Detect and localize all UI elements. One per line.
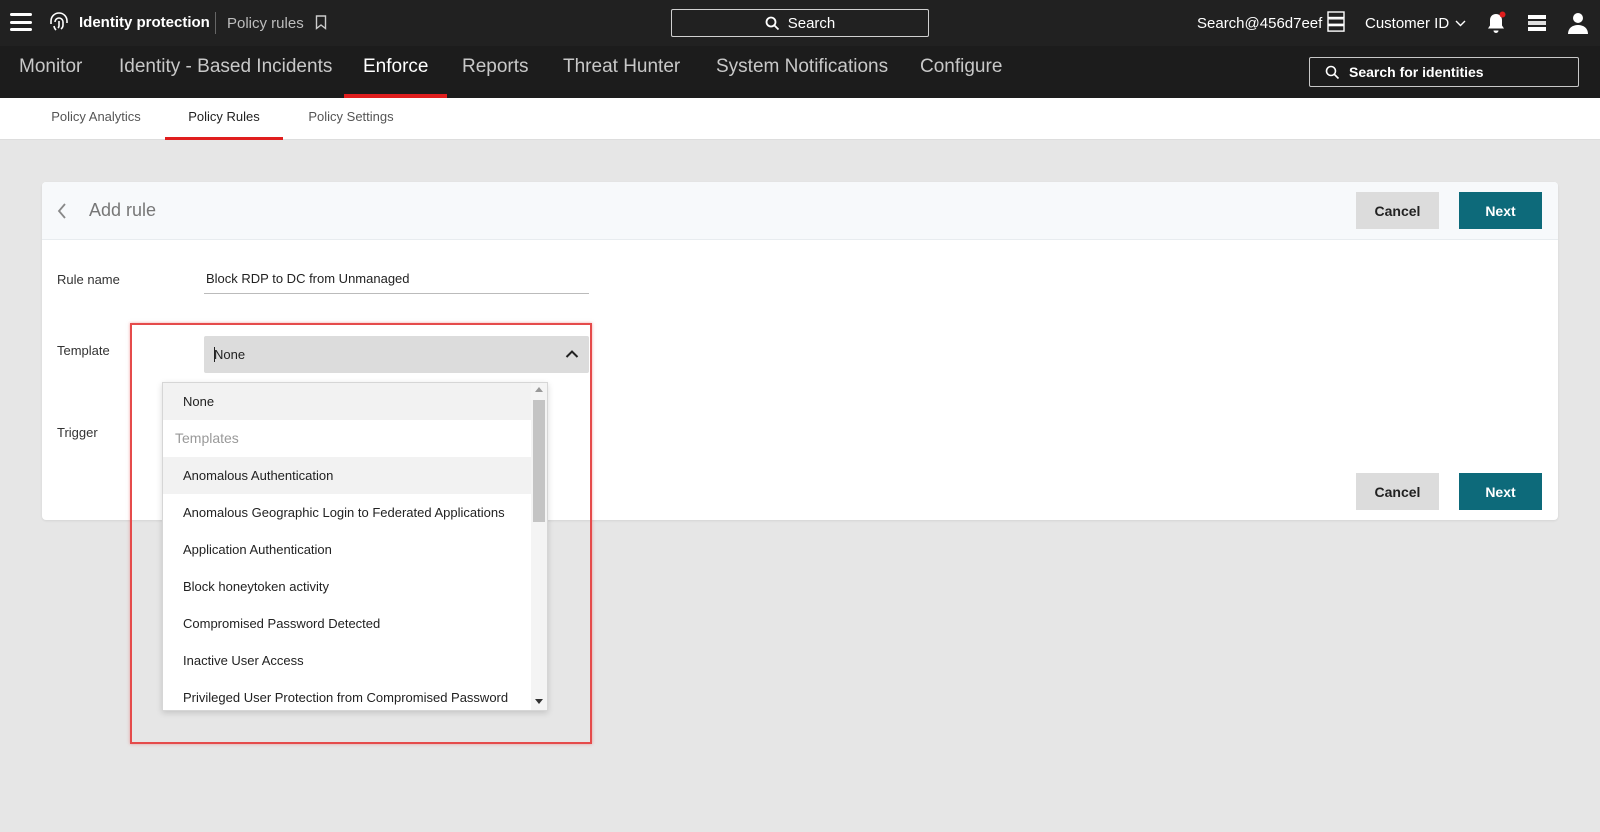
sub-nav: Policy Analytics Policy Rules Policy Set… — [0, 98, 1600, 140]
brand-divider — [215, 12, 216, 34]
card-header: Add rule Cancel Next — [42, 182, 1558, 240]
dropdown-scrollbar[interactable] — [531, 383, 547, 710]
nav-tab-reports[interactable]: Reports — [443, 46, 548, 98]
top-bar: Identity protection Policy rules Search … — [0, 0, 1600, 46]
brand-name[interactable]: Identity protection — [79, 14, 210, 31]
user-avatar-icon[interactable] — [1566, 11, 1590, 35]
template-label: Template — [57, 343, 110, 358]
dropdown-group-templates: Templates — [175, 430, 239, 446]
dropdown-option[interactable]: Inactive User Access — [163, 642, 532, 679]
account-label: Search@456d7eef — [1197, 15, 1323, 32]
template-select-value: None — [214, 347, 246, 362]
chevron-down-icon — [1455, 20, 1466, 27]
chevron-up-icon — [565, 350, 579, 358]
dropdown-option[interactable]: Anomalous Authentication — [163, 457, 532, 494]
layers-icon[interactable] — [1526, 13, 1548, 33]
subtab-policy-settings[interactable]: Policy Settings — [296, 98, 406, 140]
dropdown-option[interactable]: Privileged User Protection from Compromi… — [163, 679, 532, 710]
global-search-label: Search — [787, 14, 836, 32]
subtab-policy-rules[interactable]: Policy Rules — [165, 98, 283, 140]
global-search-button[interactable]: Search — [671, 9, 929, 37]
rule-name-input[interactable]: Block RDP to DC from Unmanaged — [204, 269, 589, 294]
dropdown-option[interactable]: Block honeytoken activity — [163, 568, 532, 605]
cancel-button-bottom[interactable]: Cancel — [1356, 473, 1439, 510]
next-button-bottom[interactable]: Next — [1459, 473, 1542, 510]
nav-tab-enforce[interactable]: Enforce — [344, 46, 448, 98]
dropdown-option[interactable]: Compromised Password Detected — [163, 605, 532, 642]
search-icon — [765, 16, 779, 30]
page-breadcrumb: Policy rules — [227, 15, 304, 32]
identity-search-placeholder: Search for identities — [1349, 64, 1484, 80]
rule-name-label: Rule name — [57, 272, 120, 287]
notification-bell-icon[interactable] — [1485, 11, 1507, 35]
bookmark-icon[interactable] — [315, 15, 327, 30]
cancel-button[interactable]: Cancel — [1356, 192, 1439, 229]
template-dropdown-list: None Templates Anomalous Authentication … — [162, 382, 548, 711]
dropdown-option-none[interactable]: None — [163, 383, 532, 420]
back-chevron-icon[interactable] — [56, 202, 68, 220]
trigger-label: Trigger — [57, 425, 98, 440]
text-caret — [214, 347, 215, 362]
dropdown-option[interactable]: Anomalous Geographic Login to Federated … — [163, 494, 532, 531]
subtab-policy-analytics[interactable]: Policy Analytics — [40, 98, 152, 140]
main-nav: Monitor Identity - Based Incidents Enfor… — [0, 46, 1600, 98]
template-select[interactable]: None — [204, 336, 589, 373]
page-title: Add rule — [89, 200, 157, 220]
fingerprint-icon — [50, 12, 68, 31]
scroll-down-arrow-icon[interactable] — [535, 699, 543, 704]
server-icon[interactable] — [1327, 11, 1345, 32]
nav-tab-incidents[interactable]: Identity - Based Incidents — [100, 46, 351, 98]
nav-tab-configure[interactable]: Configure — [901, 46, 1021, 98]
nav-tab-monitor[interactable]: Monitor — [0, 46, 101, 98]
customer-id-label: Customer ID — [1365, 15, 1450, 32]
search-icon — [1325, 65, 1340, 79]
dropdown-option[interactable]: Application Authentication — [163, 531, 532, 568]
nav-tab-threat-hunter[interactable]: Threat Hunter — [544, 46, 699, 98]
scroll-up-arrow-icon[interactable] — [535, 387, 543, 392]
identity-search-input[interactable]: Search for identities — [1309, 57, 1579, 87]
nav-tab-system-notifications[interactable]: System Notifications — [697, 46, 907, 98]
next-button[interactable]: Next — [1459, 192, 1542, 229]
scroll-thumb[interactable] — [533, 400, 545, 522]
menu-icon[interactable] — [10, 13, 32, 31]
customer-id-dropdown[interactable]: Customer ID — [1365, 15, 1466, 32]
